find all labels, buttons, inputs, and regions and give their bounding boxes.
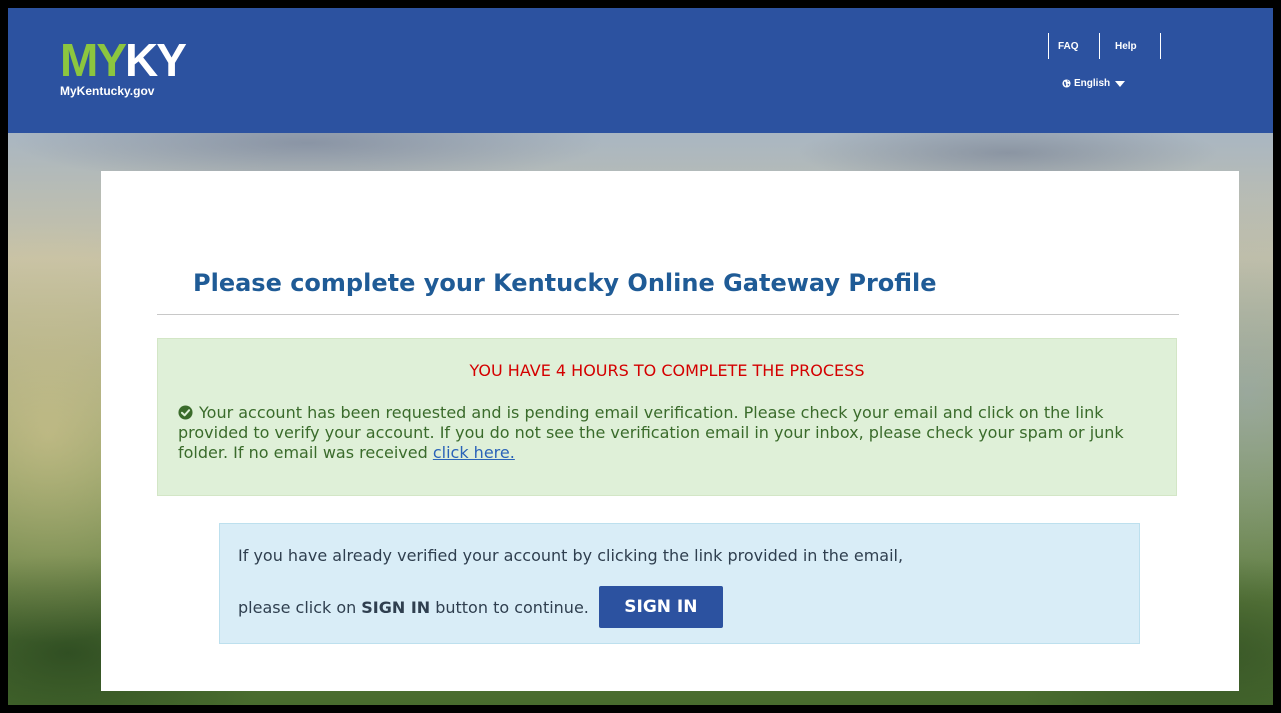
caret-down-icon [1115,80,1126,87]
nav-divider [1099,33,1100,59]
logo-my: MY [60,34,127,86]
resend-email-link[interactable]: click here. [433,443,515,462]
info-text-line2: please click on SIGN IN button to contin… [238,586,723,628]
info-text-bold: SIGN IN [361,597,431,617]
logo-subtitle: MyKentucky.gov [60,84,155,98]
info-text-line1: If you have already verified your accoun… [238,546,904,565]
help-link[interactable]: Help [1115,41,1137,52]
alert-body: Your account has been requested and is p… [178,403,1168,463]
title-divider [157,314,1179,315]
verification-alert: YOU HAVE 4 HOURS TO COMPLETE THE PROCESS… [157,338,1177,496]
sign-in-button[interactable]: SIGN IN [598,586,723,628]
logo-mark: MYKY [60,37,187,83]
site-header: MYKY MyKentucky.gov FAQ Help English [8,8,1273,133]
info-text-prefix: please click on [238,597,357,617]
language-selector[interactable]: English [1062,78,1126,89]
globe-icon [1062,79,1071,88]
faq-link[interactable]: FAQ [1058,41,1079,52]
language-label: English [1074,78,1111,89]
alert-heading: YOU HAVE 4 HOURS TO COMPLETE THE PROCESS [469,361,865,380]
app-frame: MYKY MyKentucky.gov FAQ Help English Ple… [8,8,1273,705]
myky-logo[interactable]: MYKY MyKentucky.gov [60,37,187,98]
info-text-suffix: button to continue. [435,597,589,617]
page-title: Please complete your Kentucky Online Gat… [193,269,937,297]
nav-divider [1048,33,1049,59]
profile-card: Please complete your Kentucky Online Gat… [101,171,1239,691]
nav-divider [1160,33,1161,59]
sign-in-info-box: If you have already verified your accoun… [219,523,1140,644]
logo-ky: KY [125,34,187,86]
alert-message: Your account has been requested and is p… [178,403,1124,462]
check-circle-icon [178,405,193,420]
